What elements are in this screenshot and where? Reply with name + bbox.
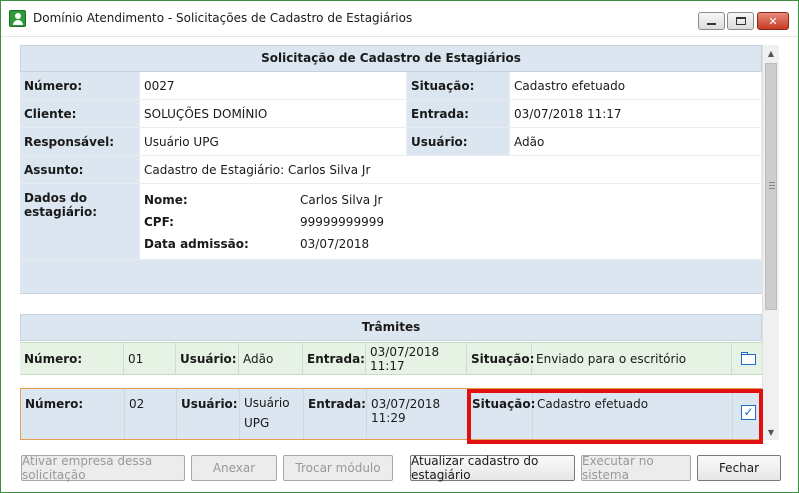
title-bar: Domínio Atendimento - Solicitações de Ca…	[1, 1, 798, 37]
tramite-entrada: 03/07/2018 11:17	[366, 343, 467, 374]
cpf-value: 99999999999	[300, 215, 384, 229]
cliente-label: Cliente:	[20, 100, 140, 128]
dados-estagiario-label: Dados do estagiário:	[20, 184, 140, 260]
tramite-situacao-label: Situação:	[467, 343, 534, 374]
tramite-usuario: Adão	[239, 343, 303, 374]
tramite-usuario-line1: Usuário	[244, 396, 290, 410]
tramite-numero: 01	[124, 343, 176, 374]
window-title: Domínio Atendimento - Solicitações de Ca…	[33, 11, 413, 25]
responsavel-value: Usuário UPG	[140, 128, 407, 156]
fechar-button[interactable]: Fechar	[697, 455, 781, 481]
cliente-value: SOLUÇÕES DOMÍNIO	[140, 100, 407, 128]
responsavel-label: Responsável:	[20, 128, 140, 156]
maximize-button[interactable]	[727, 12, 754, 30]
maximize-icon	[735, 17, 746, 25]
tramite-usuario: Usuário UPG	[240, 389, 304, 439]
main-window: Domínio Atendimento - Solicitações de Ca…	[0, 0, 799, 493]
minimize-button[interactable]	[698, 12, 725, 30]
scroll-down-arrow-icon[interactable]: ▼	[763, 424, 779, 440]
atualizar-cadastro-button[interactable]: Atualizar cadastro do estagiário	[410, 454, 575, 482]
executar-sistema-button[interactable]: Executar no sistema	[581, 454, 691, 482]
entrada-value: 03/07/2018 11:17	[510, 100, 762, 128]
minimize-icon	[707, 23, 716, 25]
tramite-numero-label: Número:	[21, 389, 125, 439]
tramite-usuario-line2: UPG	[244, 416, 270, 430]
usuario-value: Adão	[510, 128, 762, 156]
assunto-value: Cadastro de Estagiário: Carlos Silva Jr	[140, 156, 762, 184]
nome-value: Carlos Silva Jr	[300, 193, 383, 207]
highlight-box	[467, 389, 763, 444]
tramite-usuario-label: Usuário:	[177, 389, 240, 439]
vertical-scrollbar[interactable]: ▲ ▼	[762, 45, 779, 440]
tramite-numero-label: Número:	[20, 343, 124, 374]
request-panel: Solicitação de Cadastro de Estagiários N…	[20, 45, 762, 440]
usuario-label: Usuário:	[407, 128, 510, 156]
numero-label: Número:	[20, 72, 140, 100]
tramite-row[interactable]: Número: 01 Usuário: Adão Entrada: 03/07/…	[20, 342, 762, 375]
admissao-label: Data admissão:	[144, 237, 249, 251]
tramite-numero: 02	[125, 389, 177, 439]
tramite-entrada-label: Entrada:	[303, 343, 366, 374]
request-header: Solicitação de Cadastro de Estagiários	[20, 45, 762, 72]
assunto-label: Assunto:	[20, 156, 140, 184]
ativar-empresa-button[interactable]: Ativar empresa dessa solicitação	[21, 454, 185, 482]
close-window-button[interactable]: ✕	[757, 12, 789, 30]
app-logo-icon	[9, 10, 26, 27]
admissao-value: 03/07/2018	[300, 237, 370, 251]
folder-icon[interactable]	[741, 352, 757, 365]
numero-value: 0027	[140, 72, 407, 100]
situacao-label: Situação:	[407, 72, 510, 100]
entrada-label: Entrada:	[407, 100, 510, 128]
anexar-button[interactable]: Anexar	[191, 455, 277, 481]
tramite-entrada-label: Entrada:	[304, 389, 367, 439]
tramites-header: Trâmites	[20, 314, 762, 341]
empty-band	[20, 260, 762, 294]
tramite-entrada: 03/07/2018 11:29	[367, 389, 468, 439]
tramite-situacao: Enviado para o escritório	[532, 343, 732, 374]
close-icon: ✕	[768, 14, 778, 28]
trocar-modulo-button[interactable]: Trocar módulo	[283, 455, 393, 481]
tramite-usuario-label: Usuário:	[176, 343, 239, 374]
scroll-up-arrow-icon[interactable]: ▲	[763, 45, 779, 61]
scroll-thumb[interactable]	[765, 63, 777, 310]
situacao-value: Cadastro efetuado	[510, 72, 762, 100]
cpf-label: CPF:	[144, 215, 174, 229]
nome-label: Nome:	[144, 193, 188, 207]
